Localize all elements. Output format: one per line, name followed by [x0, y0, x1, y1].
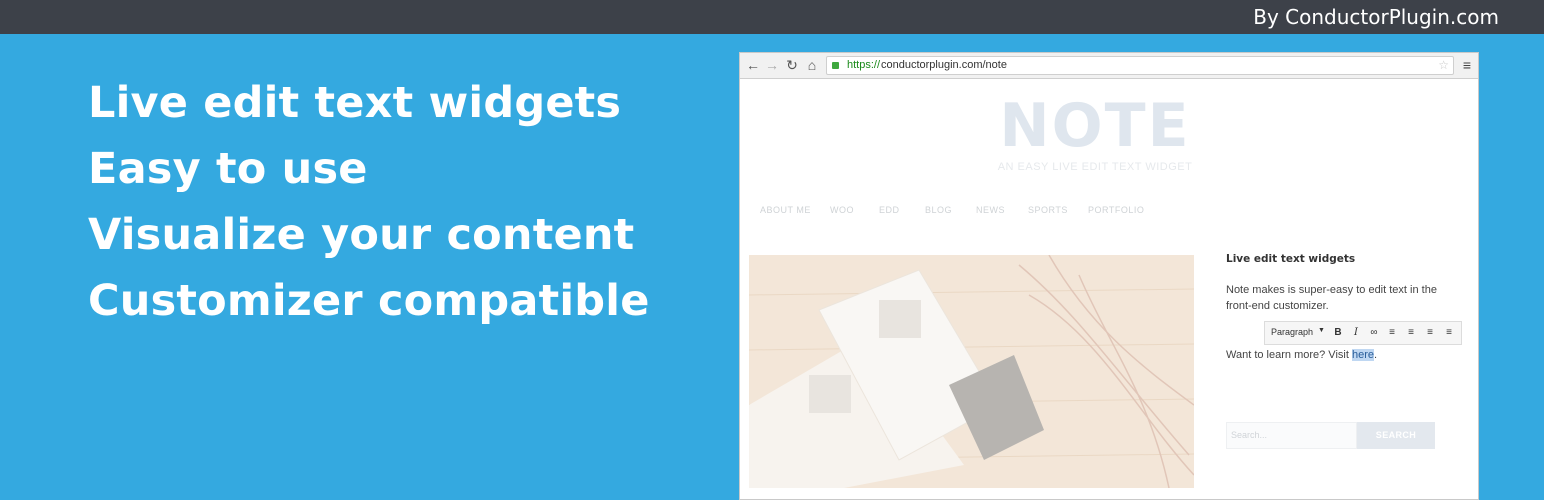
nav-item-woo[interactable]: WOO [830, 205, 854, 215]
feature-list: Live edit text widgets Easy to use Visua… [88, 70, 650, 334]
italic-icon[interactable]: I [1349, 326, 1363, 340]
learn-more-text: Want to learn more? Visit [1226, 349, 1352, 361]
feature-item: Visualize your content [88, 210, 635, 260]
menu-icon[interactable]: ≡ [1460, 56, 1474, 74]
search-button[interactable]: SEARCH [1357, 422, 1435, 449]
widget-title[interactable]: Live edit text widgets [1226, 253, 1456, 265]
align-right-icon[interactable]: ≡ [1423, 326, 1437, 340]
nav-item-sports[interactable]: SPORTS [1028, 205, 1068, 215]
nav-item-about-me[interactable]: ABOUT ME [760, 205, 811, 215]
align-left-icon[interactable]: ≡ [1385, 326, 1399, 340]
nav-item-blog[interactable]: BLOG [925, 205, 952, 215]
nav-item-edd[interactable]: EDD [879, 205, 900, 215]
site-title: NOTE [999, 91, 1191, 161]
reload-icon[interactable]: ↻ [783, 56, 801, 74]
bold-icon[interactable]: B [1331, 326, 1345, 340]
align-center-icon[interactable]: ≡ [1404, 326, 1418, 340]
link-icon[interactable]: ∞ [1367, 326, 1381, 340]
editor-toolbar: Paragraph ▼ B I ∞ ≡ ≡ ≡ ≡ [1264, 321, 1462, 345]
url-scheme: https:// [847, 59, 881, 71]
forward-arrow-icon[interactable]: → [763, 56, 781, 74]
learn-more-suffix: . [1373, 349, 1378, 361]
widget-text[interactable]: Note makes is super-easy to edit text in… [1226, 282, 1452, 314]
search-input[interactable]: Search... [1226, 422, 1357, 449]
back-arrow-icon[interactable]: ← [744, 56, 762, 74]
nav-item-news[interactable]: NEWS [976, 205, 1005, 215]
feature-item: Customizer compatible [88, 276, 650, 326]
learn-more-link[interactable]: here [1351, 349, 1374, 361]
text-widget: Live edit text widgets Note makes is sup… [1226, 253, 1462, 361]
feature-item: Easy to use [88, 144, 368, 194]
url-path: conductorplugin.com/note [881, 59, 1007, 71]
lock-icon [832, 62, 839, 69]
feature-item: Live edit text widgets [88, 78, 622, 128]
site-tagline: AN EASY LIVE EDIT TEXT WIDGET [997, 161, 1193, 173]
home-icon[interactable]: ⌂ [803, 56, 821, 74]
top-banner-bar: By ConductorPlugin.com [0, 0, 1544, 34]
browser-toolbar: ← → ↻ ⌂ https:// conductorplugin.com/not… [740, 53, 1478, 79]
address-bar[interactable]: https:// conductorplugin.com/note ☆ [826, 56, 1454, 75]
chevron-down-icon[interactable]: ▼ [1318, 327, 1325, 334]
browser-window: ← → ↻ ⌂ https:// conductorplugin.com/not… [739, 52, 1479, 500]
bookmark-star-icon[interactable]: ☆ [1438, 57, 1449, 74]
align-justify-icon[interactable]: ≡ [1442, 326, 1456, 340]
widget-learn-more[interactable]: Want to learn more? Visit here. [1226, 349, 1377, 361]
byline: By ConductorPlugin.com [1253, 5, 1499, 29]
featured-image [749, 255, 1194, 488]
format-select[interactable]: Paragraph [1271, 327, 1313, 337]
nav-item-portfolio[interactable]: PORTFOLIO [1088, 205, 1144, 215]
